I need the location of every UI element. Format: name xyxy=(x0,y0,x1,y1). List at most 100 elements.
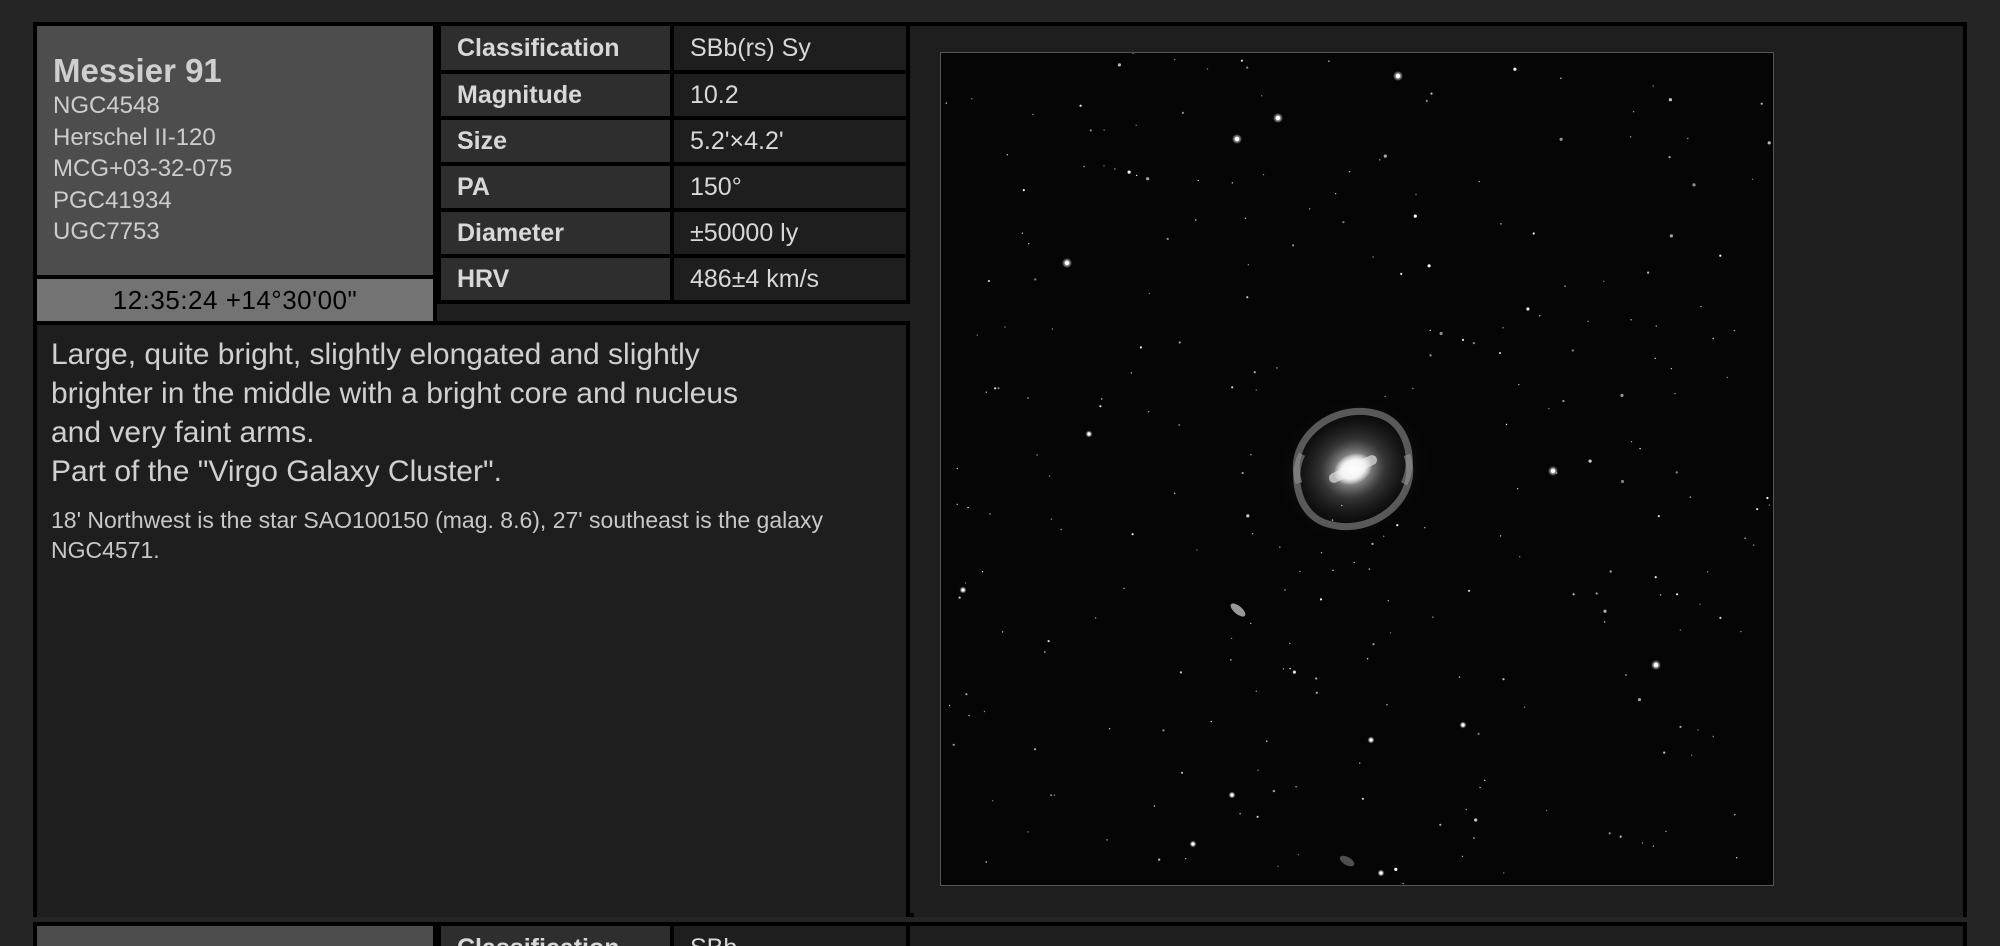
star xyxy=(948,704,951,707)
star xyxy=(1675,471,1678,474)
alias-ngc: NGC4548 xyxy=(53,92,160,119)
star xyxy=(1230,659,1232,661)
star xyxy=(1503,872,1505,874)
object-name-panel: Messier 91 NGC4548 Herschel II-120 MCG+0… xyxy=(37,26,437,279)
star xyxy=(1691,754,1693,756)
star xyxy=(1028,243,1030,245)
star xyxy=(1162,729,1165,732)
star xyxy=(1427,264,1431,268)
star xyxy=(1276,367,1278,369)
star xyxy=(1564,285,1566,287)
star xyxy=(1478,180,1480,183)
star xyxy=(1402,882,1404,885)
bright-star-core xyxy=(1379,871,1383,875)
star xyxy=(1261,95,1263,97)
star xyxy=(1736,857,1738,859)
star xyxy=(1609,570,1612,573)
star xyxy=(1500,223,1502,225)
star xyxy=(1734,814,1736,816)
star xyxy=(1424,527,1426,529)
star xyxy=(994,387,997,390)
property-label: HRV xyxy=(437,254,674,304)
star xyxy=(1519,556,1521,558)
star xyxy=(1679,725,1682,729)
description-line: Part of the "Virgo Galaxy Cluster". xyxy=(51,455,502,488)
star xyxy=(1630,441,1633,443)
star xyxy=(1022,189,1025,192)
star xyxy=(985,391,987,393)
star xyxy=(965,693,968,696)
star xyxy=(1603,609,1607,613)
star xyxy=(1692,183,1696,187)
star xyxy=(1429,354,1432,357)
star xyxy=(1328,60,1330,62)
star xyxy=(1255,389,1257,391)
star xyxy=(1700,305,1702,308)
star xyxy=(991,800,994,802)
star xyxy=(1371,542,1374,545)
star xyxy=(1518,383,1520,386)
star xyxy=(971,98,973,100)
star xyxy=(1277,865,1279,867)
star xyxy=(1555,472,1558,474)
property-row-diameter: Diameter ±50000 ly xyxy=(437,208,910,258)
star xyxy=(1372,643,1375,646)
star xyxy=(1560,77,1562,79)
star xyxy=(1458,676,1461,678)
star xyxy=(1712,735,1714,738)
star xyxy=(1103,165,1105,167)
star xyxy=(1383,154,1387,158)
star xyxy=(1246,66,1249,69)
star xyxy=(1279,546,1281,548)
star xyxy=(1021,232,1024,234)
alias-pgc: PGC41934 xyxy=(53,186,172,214)
star xyxy=(1668,156,1671,159)
star xyxy=(1174,58,1176,61)
star xyxy=(956,503,958,506)
star xyxy=(945,102,947,104)
property-row-hrv: HRV 486±4 km/s xyxy=(437,254,910,304)
star xyxy=(1588,459,1592,463)
star xyxy=(1319,598,1323,601)
star xyxy=(1174,492,1176,494)
star xyxy=(1206,68,1209,70)
property-label: Diameter xyxy=(437,208,674,258)
star xyxy=(1032,113,1034,116)
star xyxy=(1756,508,1759,511)
star xyxy=(1625,674,1627,676)
star xyxy=(1359,762,1361,764)
star xyxy=(1289,667,1291,670)
star xyxy=(1103,129,1105,131)
star xyxy=(1004,326,1006,328)
star xyxy=(1394,867,1398,872)
star xyxy=(1766,496,1769,500)
star xyxy=(1620,393,1624,397)
star xyxy=(1315,691,1318,694)
star xyxy=(1467,589,1471,592)
star xyxy=(1740,630,1742,633)
star xyxy=(1383,535,1385,537)
property-row-classification: Classification SBb xyxy=(437,926,910,946)
star xyxy=(1051,328,1053,330)
star xyxy=(1637,698,1642,702)
star xyxy=(1679,629,1682,631)
star xyxy=(1499,535,1502,537)
star xyxy=(1034,748,1037,751)
star xyxy=(1099,405,1102,408)
star xyxy=(1603,621,1606,623)
star xyxy=(1180,771,1184,774)
bright-star-core xyxy=(1191,842,1195,846)
star xyxy=(1131,533,1134,536)
star xyxy=(1297,854,1299,856)
star xyxy=(1247,264,1250,266)
star xyxy=(1001,631,1004,633)
star xyxy=(1674,392,1676,395)
star xyxy=(1502,678,1505,681)
star xyxy=(1353,561,1355,564)
star xyxy=(1292,670,1296,674)
star xyxy=(1253,371,1256,374)
star xyxy=(1387,600,1389,602)
star xyxy=(1712,337,1714,340)
star xyxy=(1255,690,1257,692)
star xyxy=(1472,342,1475,345)
